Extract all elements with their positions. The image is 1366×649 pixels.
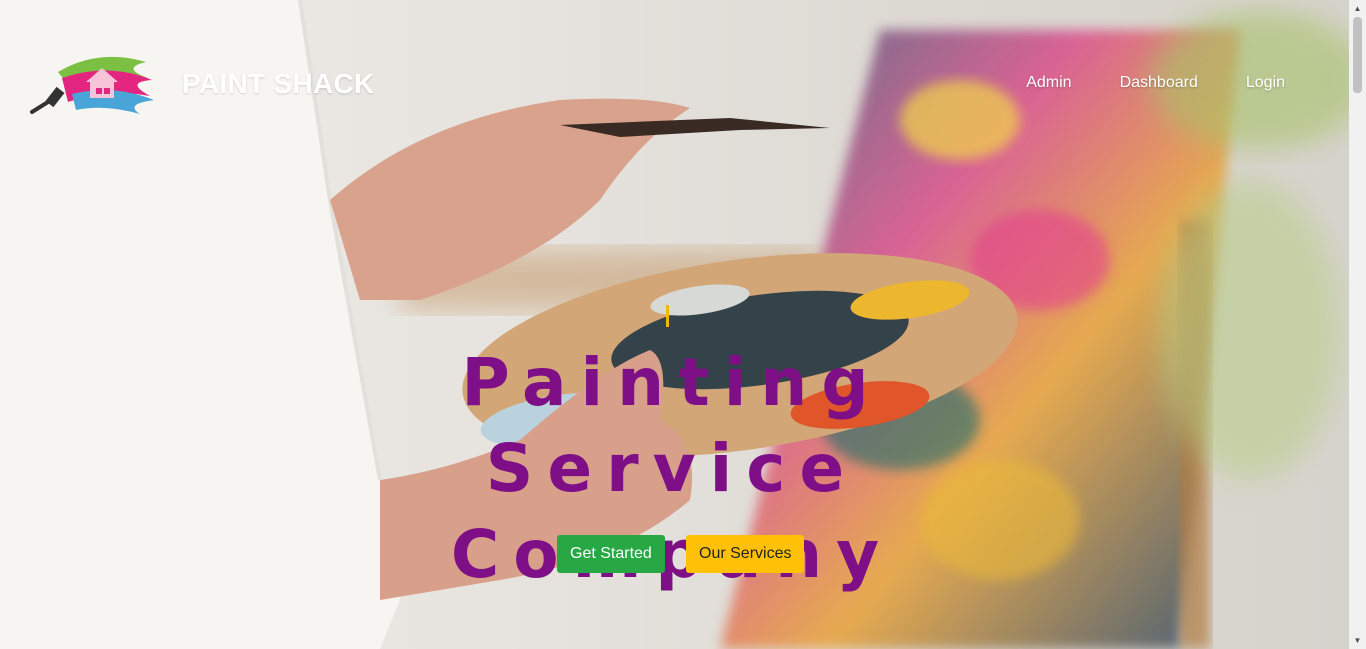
nav-admin-link[interactable]: Admin <box>1026 74 1071 92</box>
nav-login-link[interactable]: Login <box>1246 74 1285 92</box>
hero-headline: Painting Service Company <box>450 344 894 593</box>
scroll-up-arrow-icon[interactable]: ▲ <box>1349 0 1366 17</box>
main-nav: Admin Dashboard Login <box>978 74 1285 92</box>
typing-cursor <box>666 305 669 327</box>
scroll-down-arrow-icon[interactable]: ▼ <box>1349 632 1366 649</box>
our-services-button[interactable]: Our Services <box>686 535 805 573</box>
vertical-scrollbar[interactable]: ▲ ▼ <box>1349 0 1366 649</box>
paint-shack-logo-icon[interactable] <box>28 52 156 118</box>
nav-dashboard-link[interactable]: Dashboard <box>1120 74 1198 92</box>
get-started-button[interactable]: Get Started <box>557 535 665 573</box>
brand-name[interactable]: PAINT SHACK <box>182 68 375 100</box>
scroll-thumb[interactable] <box>1353 17 1362 93</box>
